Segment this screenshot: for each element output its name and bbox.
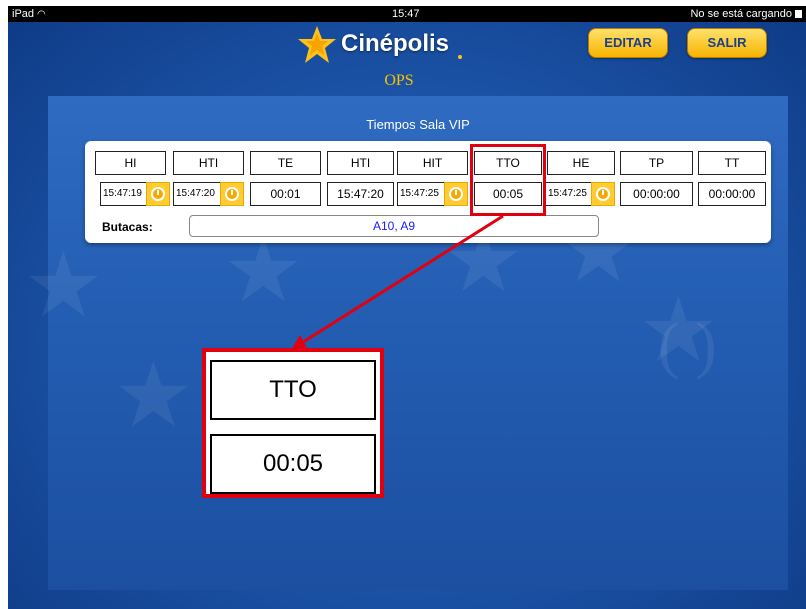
clock-button-hit[interactable]: [444, 182, 468, 206]
clock-icon: [449, 187, 463, 201]
clock-button-hi[interactable]: [146, 182, 170, 206]
header-cell-tp: TP: [620, 151, 693, 175]
header-cell-hit: HIT: [397, 151, 468, 175]
decorative-parentheses: ( ): [658, 309, 717, 380]
clock-icon: [596, 187, 610, 201]
clock-button-he[interactable]: [591, 182, 615, 206]
value-cell-te: 00:01: [250, 182, 321, 206]
wifi-icon: ◠: [37, 9, 46, 20]
value-cell-hit: 15:47:25: [397, 182, 445, 206]
butacas-label: Butacas:: [102, 220, 153, 234]
value-cell-he: 15:47:25: [545, 182, 592, 206]
status-bar: iPad ◠ 15:47 No se está cargando: [8, 6, 806, 22]
tto-highlight-box: [470, 144, 546, 216]
header-cell-te: TE: [250, 151, 321, 175]
header-cell-hti: HTI: [173, 151, 244, 175]
decorative-star-icon: ★: [23, 236, 104, 336]
brand-dot: [458, 55, 462, 59]
charging-status: No se está cargando: [690, 6, 802, 22]
clock-icon: [225, 187, 239, 201]
value-cell-tt: 00:00:00: [698, 182, 766, 206]
callout-value-cell: 00:05: [210, 434, 376, 494]
brand-name: Cinépolis: [341, 30, 450, 57]
butacas-field[interactable]: A10, A9: [189, 215, 599, 237]
clock-button-hti[interactable]: [220, 182, 244, 206]
edit-button[interactable]: EDITAR: [588, 28, 668, 58]
zoom-callout: TTO 00:05: [202, 348, 384, 498]
header-cell-hti-2: HTI: [327, 151, 394, 175]
status-time: 15:47: [392, 8, 420, 20]
decorative-star-icon: ★: [113, 346, 194, 446]
header-cell-tt: TT: [698, 151, 766, 175]
header-cell-he: HE: [547, 151, 615, 175]
device-label: iPad ◠: [12, 6, 46, 23]
page-subtitle: OPS: [384, 72, 414, 89]
section-title: Tiempos Sala VIP: [366, 117, 470, 132]
header-cell-hi: HI: [95, 151, 166, 175]
value-cell-hi: 15:47:19: [100, 182, 148, 206]
value-cell-tp: 00:00:00: [620, 182, 693, 206]
clock-icon: [151, 187, 165, 201]
value-cell-hti: 15:47:20: [173, 182, 221, 206]
value-cell-hti-2: 15:47:20: [327, 182, 394, 206]
exit-button[interactable]: SALIR: [687, 28, 767, 58]
battery-icon: [795, 10, 802, 18]
star-logo-icon: [298, 26, 336, 63]
callout-header-cell: TTO: [210, 360, 376, 420]
